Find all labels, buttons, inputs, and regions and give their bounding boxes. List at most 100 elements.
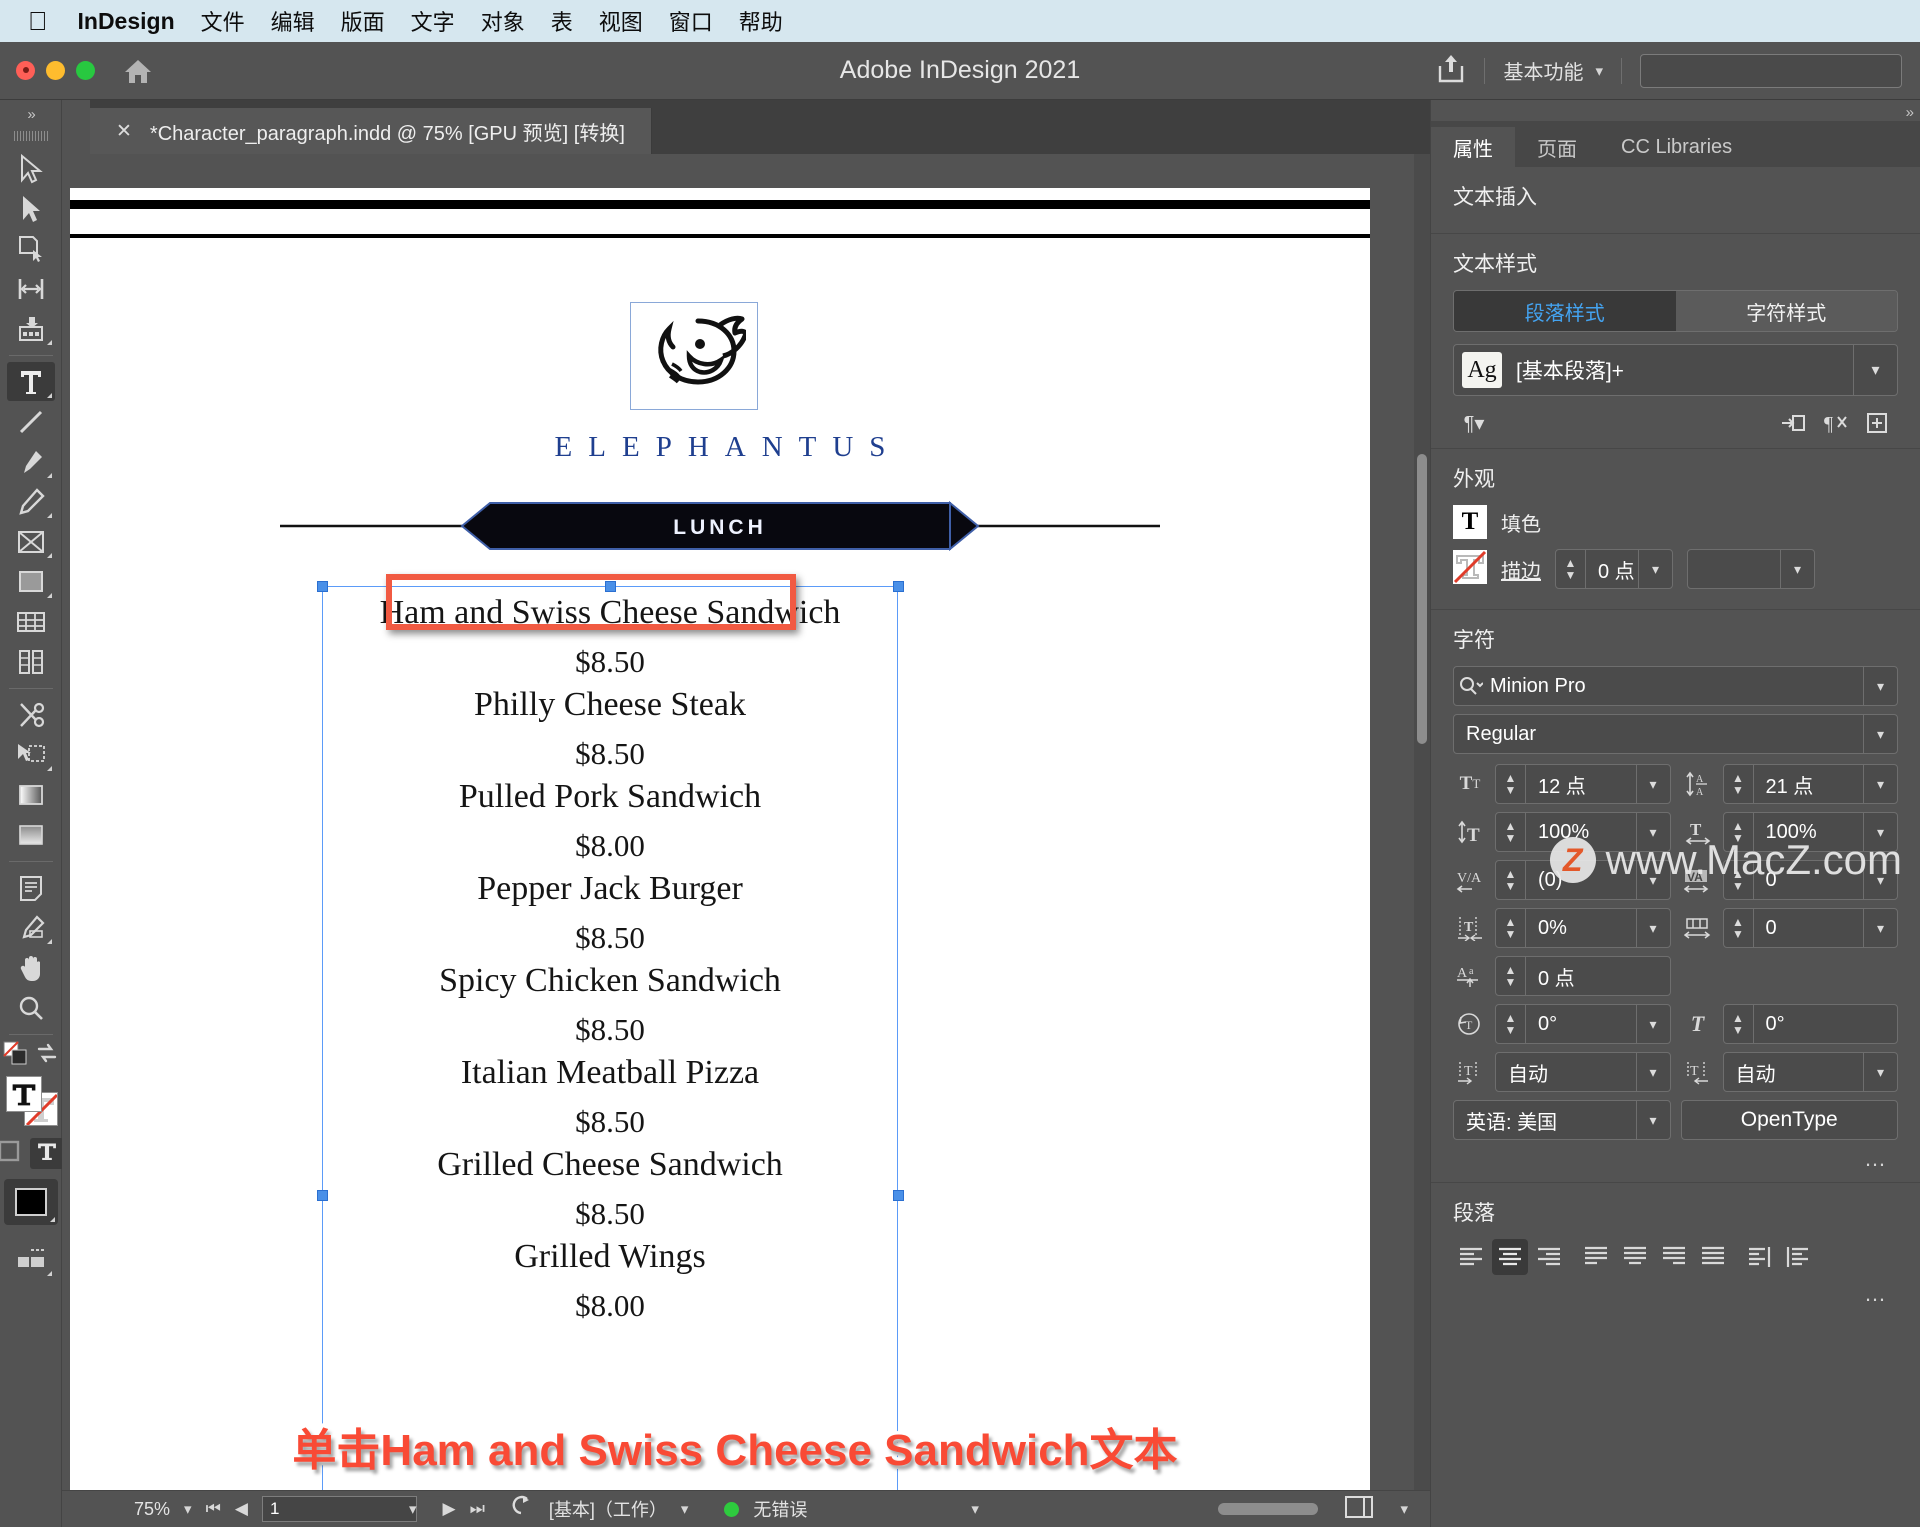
horizontal-scrollbar-thumb[interactable]: [1218, 1503, 1319, 1515]
scrollbar-thumb[interactable]: [1417, 454, 1427, 744]
layout-chevron-down-icon[interactable]: ▾: [1400, 1500, 1408, 1518]
menu-item-name[interactable]: Italian Meatball Pizza: [320, 1054, 900, 1092]
align-right-button[interactable]: [1531, 1239, 1567, 1275]
chevron-down-icon[interactable]: ▾: [1863, 765, 1897, 803]
stepper-icon[interactable]: ▲ ▼: [1496, 909, 1526, 947]
stepper-icon[interactable]: ▲ ▼: [1496, 1005, 1526, 1043]
character-more-options[interactable]: …: [1453, 1140, 1898, 1172]
chevron-down-icon[interactable]: ▾: [1863, 1053, 1897, 1091]
note-tool[interactable]: [7, 868, 55, 907]
menu-item-price[interactable]: $8.50: [320, 644, 900, 680]
apple-icon[interactable]: : [28, 8, 48, 34]
canvas-vertical-scrollbar[interactable]: [1414, 154, 1430, 1490]
stepper-icon[interactable]: ▲ ▼: [1556, 550, 1586, 588]
menu-text-frame[interactable]: Ham and Swiss Cheese Sandwich $8.50 Phil…: [320, 588, 900, 1490]
clear-overrides-icon[interactable]: ¶: [1814, 408, 1856, 438]
chevron-down-icon[interactable]: ▾: [1863, 813, 1897, 851]
fill-stroke-swatches[interactable]: [4, 1076, 58, 1130]
kerning-field[interactable]: ▲ ▼ (0) ▾: [1495, 860, 1671, 900]
align-left-button[interactable]: [1453, 1239, 1489, 1275]
justify-last-left-button[interactable]: [1578, 1239, 1614, 1275]
page-number-field[interactable]: 1: [261, 1496, 417, 1522]
free-transform-tool[interactable]: [7, 735, 55, 774]
formatting-affects-text-icon[interactable]: [29, 1138, 64, 1169]
frame-tool[interactable]: [7, 522, 55, 561]
menu-item-price[interactable]: $8.00: [320, 1288, 900, 1324]
master-chevron-down-icon[interactable]: ▾: [681, 1500, 689, 1518]
horizontal-scale-field[interactable]: ▲ ▼ 100% ▾: [1722, 812, 1898, 852]
menu-item-price[interactable]: $8.50: [320, 736, 900, 772]
tracking-field[interactable]: ▲ ▼ 0 ▾: [1722, 860, 1898, 900]
share-icon[interactable]: [1436, 52, 1466, 89]
font-family-field[interactable]: Minion Pro ▾: [1453, 666, 1898, 706]
master-page-icon[interactable]: [509, 1494, 535, 1525]
scissors-tool[interactable]: [7, 695, 55, 734]
font-size-field[interactable]: ▲ ▼ 12 点 ▾: [1495, 764, 1671, 804]
menu-item-price[interactable]: $8.50: [320, 1196, 900, 1232]
gradient-tool[interactable]: [7, 775, 55, 814]
menu-file[interactable]: 文件: [201, 5, 245, 37]
justify-all-button[interactable]: [1695, 1239, 1731, 1275]
menu-window[interactable]: 窗口: [669, 5, 713, 37]
character-style-tab[interactable]: 字符样式: [1675, 291, 1897, 331]
paragraph-style-tab[interactable]: 段落样式: [1454, 291, 1676, 331]
maximize-window-button[interactable]: [76, 61, 95, 80]
stepper-icon[interactable]: ▲ ▼: [1724, 765, 1754, 803]
next-page-icon[interactable]: ▶: [442, 1499, 455, 1519]
menu-edit[interactable]: 编辑: [271, 5, 315, 37]
home-icon[interactable]: [121, 54, 155, 88]
selection-tool[interactable]: [7, 149, 55, 188]
minimize-window-button[interactable]: [46, 61, 65, 80]
menu-item-price[interactable]: $8.50: [320, 1012, 900, 1048]
paragraph-style-select[interactable]: Ag [基本段落]+ ▾: [1453, 344, 1898, 396]
page-tool[interactable]: [7, 229, 55, 268]
prev-page-icon[interactable]: ◀: [235, 1499, 248, 1519]
tools-drag-handle[interactable]: [13, 131, 48, 141]
chevron-down-icon[interactable]: ▾: [1635, 909, 1670, 947]
zoom-level[interactable]: 75%: [134, 1499, 170, 1520]
character-rotation-field[interactable]: ▲ ▼ 0° ▾: [1495, 1004, 1671, 1044]
justify-last-center-button[interactable]: [1617, 1239, 1653, 1275]
page-chevron-down-icon[interactable]: ▾: [409, 1500, 417, 1518]
font-style-field[interactable]: Regular ▾: [1453, 714, 1898, 754]
type-tool[interactable]: [6, 362, 55, 401]
pen-tool[interactable]: [7, 442, 55, 481]
chevron-down-icon[interactable]: ▾: [1863, 909, 1897, 947]
menu-type[interactable]: 文字: [411, 5, 455, 37]
menu-item-price[interactable]: $8.50: [320, 1104, 900, 1140]
stepper-icon[interactable]: ▲ ▼: [1724, 1005, 1754, 1043]
line-tool[interactable]: [7, 402, 55, 441]
master-page-label[interactable]: [基本]（工作）: [549, 1496, 667, 1522]
logo-frame[interactable]: [630, 302, 758, 410]
zoom-tool[interactable]: [7, 988, 55, 1027]
chevron-down-icon[interactable]: ▾: [1635, 1005, 1670, 1043]
stepper-icon[interactable]: ▲ ▼: [1496, 957, 1526, 995]
menu-item-name[interactable]: Philly Cheese Steak: [320, 686, 900, 724]
menu-item-name[interactable]: Pulled Pork Sandwich: [320, 778, 900, 816]
stepper-icon[interactable]: ▲ ▼: [1496, 813, 1526, 851]
chevron-down-icon[interactable]: ▾: [1635, 1101, 1670, 1139]
chevron-down-icon[interactable]: ▾: [1863, 715, 1897, 753]
language-field[interactable]: 英语: 美国 ▾: [1453, 1100, 1671, 1140]
tsume-left-field[interactable]: 自动 ▾: [1495, 1052, 1671, 1092]
direct-selection-tool[interactable]: [7, 189, 55, 228]
gap-tool[interactable]: [7, 269, 55, 308]
document-tab[interactable]: ✕ *Character_paragraph.indd @ 75% [GPU 预…: [90, 108, 652, 154]
stroke-type-field[interactable]: ▾: [1687, 549, 1815, 589]
close-icon[interactable]: ✕: [116, 120, 132, 143]
baseline-pct-field[interactable]: ▲ ▼ 0% ▾: [1495, 908, 1671, 948]
default-fill-stroke-icon[interactable]: [2, 1041, 29, 1072]
hand-tool[interactable]: [7, 948, 55, 987]
opentype-button[interactable]: OpenType: [1680, 1100, 1898, 1140]
collapse-panel-icon[interactable]: »: [1431, 100, 1920, 121]
align-toward-spine-button[interactable]: [1742, 1239, 1778, 1275]
canvas-scroll[interactable]: ELEPHANTUS LUNCH Ham and Swiss Cheese Sa…: [62, 154, 1414, 1490]
menu-table[interactable]: 表: [551, 5, 573, 37]
gradient-feather-tool[interactable]: [7, 815, 55, 854]
chevron-down-icon[interactable]: ▾: [1863, 667, 1897, 705]
chevron-down-icon[interactable]: ▾: [1780, 550, 1814, 588]
align-away-spine-button[interactable]: [1781, 1239, 1817, 1275]
pencil-tool[interactable]: [7, 482, 55, 521]
screen-mode-icon[interactable]: [7, 1240, 55, 1279]
stepper-icon[interactable]: ▲ ▼: [1496, 765, 1526, 803]
